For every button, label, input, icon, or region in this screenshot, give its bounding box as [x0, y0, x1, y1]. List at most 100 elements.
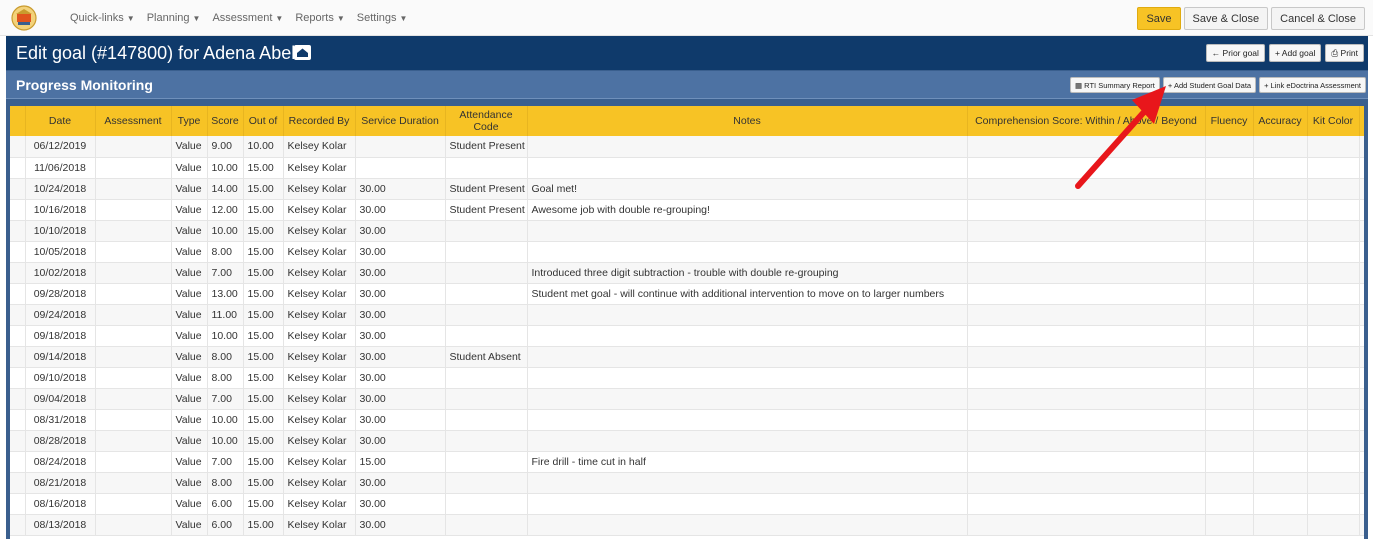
- table-cell: 15.00: [243, 430, 284, 452]
- table-cell-empty: [1359, 493, 1364, 515]
- table-row[interactable]: 08/24/2018 Value 7.00 15.00 Kelsey Kolar 15.0…: [10, 451, 1364, 473]
- caret-down-icon: ▼: [275, 14, 284, 23]
- table-cell-empty: [1205, 346, 1254, 368]
- column-header: Fluency: [1205, 106, 1254, 136]
- table-cell-empty: [1359, 136, 1364, 158]
- table-cell-empty: [967, 472, 1206, 494]
- table-cell-empty: [967, 283, 1206, 305]
- table-cell: Kelsey Kolar: [283, 493, 356, 515]
- table-cell: 6.00: [207, 514, 244, 536]
- table-cell-empty: [1359, 283, 1364, 305]
- table-cell: Value: [171, 325, 208, 347]
- table-cell-empty: [1359, 430, 1364, 452]
- app-logo-icon[interactable]: [10, 4, 38, 32]
- column-header: Comprehension Score: Within / Above / Be…: [967, 106, 1206, 136]
- table-cell: Value: [171, 346, 208, 368]
- cancel-close-button[interactable]: Cancel & Close: [1271, 7, 1365, 30]
- home-icon[interactable]: [294, 45, 311, 60]
- table-cell: 10.00: [207, 430, 244, 452]
- table-row[interactable]: 08/31/2018 Value 10.00 15.00 Kelsey Kolar 30.…: [10, 409, 1364, 431]
- table-cell: 08/21/2018: [25, 472, 96, 494]
- nav-settings[interactable]: Settings ▼: [357, 12, 408, 24]
- table-cell: Value: [171, 451, 208, 473]
- table-cell-empty: [1253, 178, 1308, 200]
- table-cell: 15.00: [243, 409, 284, 431]
- add-goal-button[interactable]: + Add goal: [1268, 44, 1322, 62]
- table-row[interactable]: 10/10/2018 Value 10.00 15.00 Kelsey Kolar 30.…: [10, 220, 1364, 242]
- table-cell-empty: [967, 367, 1206, 389]
- table-cell: 30.00: [355, 472, 446, 494]
- table-row[interactable]: 10/24/2018 Value 14.00 15.00 Kelsey Kolar 30.…: [10, 178, 1364, 200]
- table-cell: 15.00: [243, 304, 284, 326]
- table-cell: 15.00: [243, 199, 284, 221]
- save-close-button[interactable]: Save & Close: [1183, 7, 1269, 30]
- table-row[interactable]: 09/10/2018 Value 8.00 15.00 Kelsey Kolar 30.0…: [10, 367, 1364, 389]
- table-cell: Kelsey Kolar: [283, 262, 356, 284]
- nav-reports[interactable]: Reports ▼: [295, 12, 344, 24]
- table-row[interactable]: 09/18/2018 Value 10.00 15.00 Kelsey Kolar 30.…: [10, 325, 1364, 347]
- table-row[interactable]: 09/04/2018 Value 7.00 15.00 Kelsey Kolar 30.0…: [10, 388, 1364, 410]
- table-row[interactable]: 09/28/2018 Value 13.00 15.00 Kelsey Kolar 30.…: [10, 283, 1364, 305]
- add-student-goal-data-button[interactable]: + Add Student Goal Data: [1162, 77, 1257, 93]
- main-nav: Quick-links ▼ Planning ▼ Assessment ▼ Repor…: [70, 0, 419, 36]
- table-cell: 10/10/2018: [25, 220, 96, 242]
- table-row[interactable]: 10/02/2018 Value 7.00 15.00 Kelsey Kolar 30.0…: [10, 262, 1364, 284]
- table-cell: 08/24/2018: [25, 451, 96, 473]
- rti-summary-report-button[interactable]: ▦ RTI Summary Report: [1070, 77, 1160, 93]
- table-cell: [445, 283, 528, 305]
- column-header: Service Duration: [355, 106, 446, 136]
- section-action-buttons: ▦ RTI Summary Report + Add Student Goal …: [1070, 77, 1366, 93]
- table-row[interactable]: 09/14/2018 Value 8.00 15.00 Kelsey Kolar 30.0…: [10, 346, 1364, 368]
- table-row[interactable]: 09/24/2018 Value 11.00 15.00 Kelsey Kolar 30.…: [10, 304, 1364, 326]
- table-cell-empty: [1307, 493, 1360, 515]
- table-cell: 10.00: [207, 157, 244, 179]
- table-cell: [527, 388, 968, 410]
- prior-goal-button[interactable]: ← Prior goal: [1205, 44, 1265, 62]
- table-cell: [445, 304, 528, 326]
- row-handle: [10, 304, 26, 326]
- table-cell: 30.00: [355, 367, 446, 389]
- table-cell: 8.00: [207, 241, 244, 263]
- table-cell-empty: [1205, 514, 1254, 536]
- table-cell: [445, 430, 528, 452]
- table-row[interactable]: 08/16/2018 Value 6.00 15.00 Kelsey Kolar 30.0…: [10, 493, 1364, 515]
- table-cell-empty: [1205, 178, 1254, 200]
- table-cell: Student Present: [445, 178, 528, 200]
- table-cell: Value: [171, 178, 208, 200]
- table-cell-empty: [1253, 136, 1308, 158]
- table-cell: [445, 325, 528, 347]
- nav-assessment[interactable]: Assessment ▼: [212, 12, 283, 24]
- table-row[interactable]: 10/05/2018 Value 8.00 15.00 Kelsey Kolar 30.0…: [10, 241, 1364, 263]
- nav-planning[interactable]: Planning ▼: [147, 12, 201, 24]
- table-body: 06/12/2019 Value 9.00 10.00 Kelsey Kolar Stud…: [10, 136, 1364, 536]
- column-header: Score: [207, 106, 244, 136]
- table-row[interactable]: 06/12/2019 Value 9.00 10.00 Kelsey Kolar Stud…: [10, 136, 1364, 158]
- save-button[interactable]: Save: [1137, 7, 1181, 30]
- table-row[interactable]: 08/21/2018 Value 8.00 15.00 Kelsey Kolar 30.0…: [10, 472, 1364, 494]
- table-cell: Awesome job with double re-grouping!: [527, 199, 968, 221]
- table-cell: 10.00: [243, 136, 284, 158]
- table-cell-empty: [967, 304, 1206, 326]
- column-header: [10, 106, 26, 136]
- table-cell-empty: [1359, 409, 1364, 431]
- row-handle: [10, 157, 26, 179]
- column-header: Attendance Code: [445, 106, 528, 136]
- table-cell: Introduced three digit subtraction - tro…: [527, 262, 968, 284]
- table-row[interactable]: 08/28/2018 Value 10.00 15.00 Kelsey Kolar 30.…: [10, 430, 1364, 452]
- caret-down-icon: ▼: [399, 14, 408, 23]
- nav-quick-links[interactable]: Quick-links ▼: [70, 12, 135, 24]
- table-cell: Value: [171, 430, 208, 452]
- table-cell: 7.00: [207, 388, 244, 410]
- print-button[interactable]: ⎙ Print: [1325, 44, 1364, 62]
- table-cell: 09/10/2018: [25, 367, 96, 389]
- table-cell: Value: [171, 136, 208, 158]
- title-action-buttons: ← Prior goal + Add goal ⎙ Print: [1205, 44, 1364, 62]
- column-header: Recorded By: [283, 106, 356, 136]
- table-row[interactable]: 10/16/2018 Value 12.00 15.00 Kelsey Kolar 30.…: [10, 199, 1364, 221]
- table-row[interactable]: 08/13/2018 Value 6.00 15.00 Kelsey Kolar 30.0…: [10, 514, 1364, 536]
- table-row[interactable]: 11/06/2018 Value 10.00 15.00 Kelsey Kolar: [10, 157, 1364, 179]
- table-cell: Value: [171, 241, 208, 263]
- table-cell: 10/02/2018: [25, 262, 96, 284]
- link-edoctrina-assessment-button[interactable]: + Link eDoctrina Assessment: [1259, 77, 1366, 93]
- table-cell-empty: [967, 199, 1206, 221]
